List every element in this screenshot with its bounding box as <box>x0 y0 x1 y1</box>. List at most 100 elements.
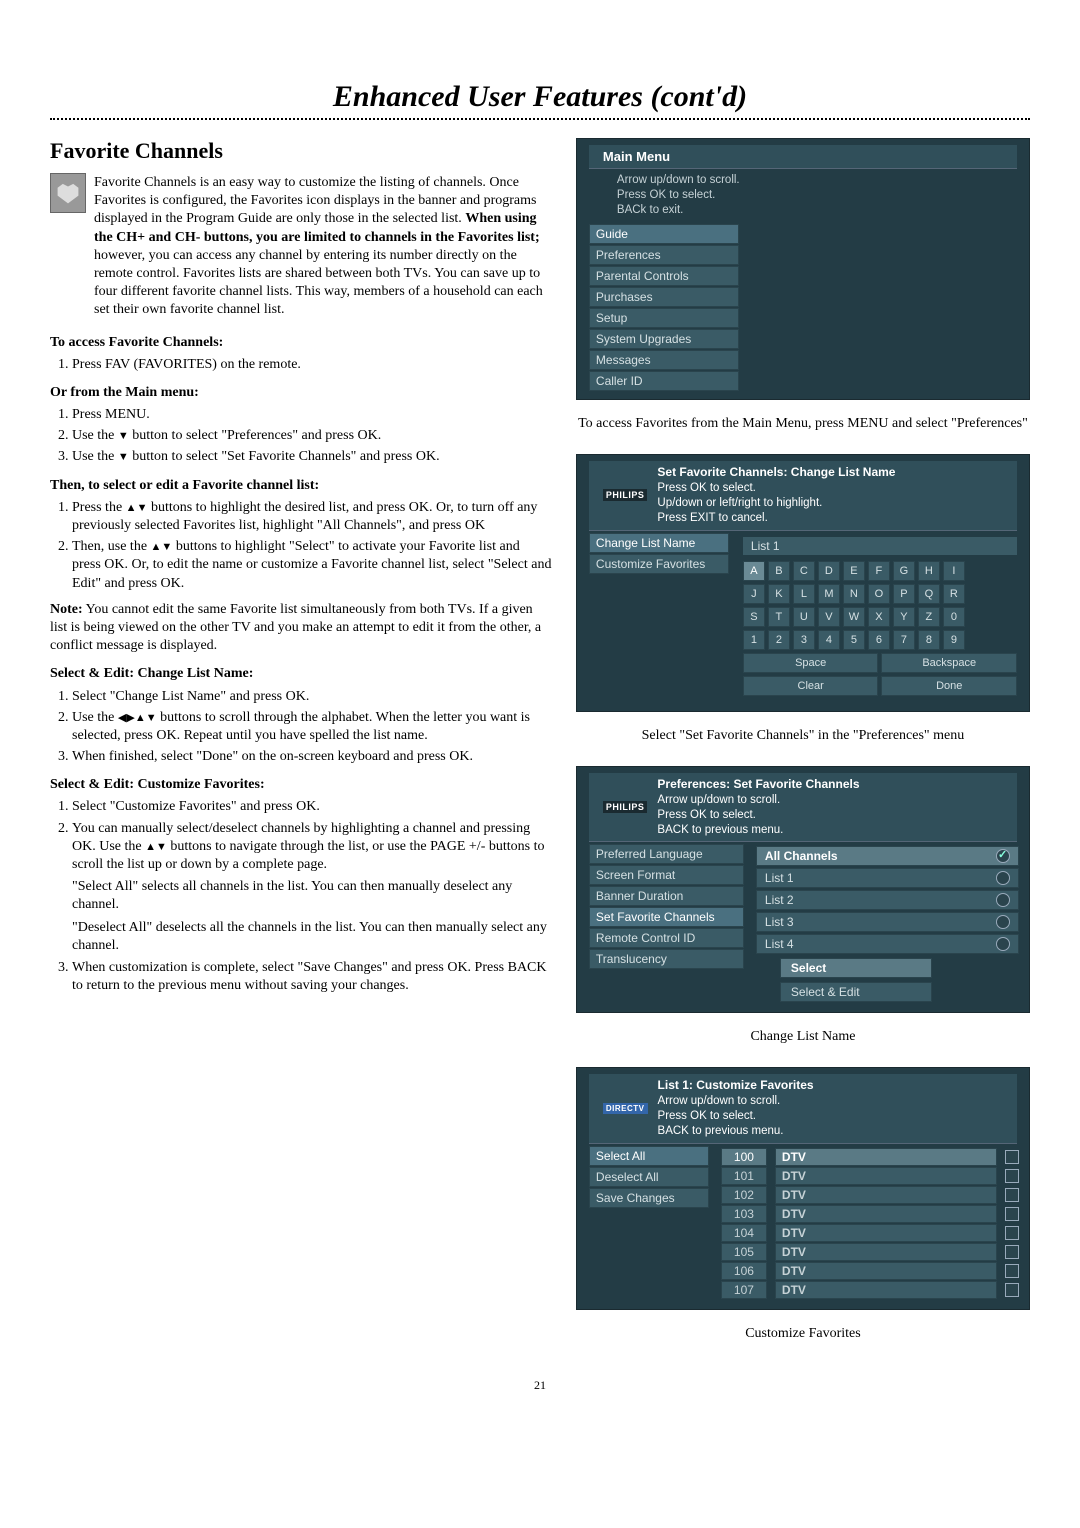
page-number: 21 <box>50 1378 1030 1393</box>
checkbox-icon <box>1005 1264 1019 1278</box>
screen-hint: Arrow up/down to scroll. Press OK to sel… <box>577 171 1029 224</box>
key: 3 <box>793 630 815 650</box>
philips-logo: PHILIPS <box>603 801 648 813</box>
key: 5 <box>843 630 865 650</box>
channel-list-option: List 2 <box>756 890 1019 910</box>
key: R <box>943 584 965 604</box>
channel-list-option: List 3 <box>756 912 1019 932</box>
cust-step-2: You can manually select/deselect channel… <box>72 820 552 955</box>
key: 0 <box>943 607 965 627</box>
screenshot-caption: Change List Name <box>576 1029 1030 1045</box>
divider-dots <box>50 118 1030 120</box>
screenshot-caption: Select "Set Favorite Channels" in the "P… <box>576 728 1030 744</box>
menu-item: System Upgrades <box>589 329 739 349</box>
menu-item: Preferred Language <box>589 844 744 864</box>
key: E <box>843 561 865 581</box>
arrow-up-icon <box>151 539 162 554</box>
or-heading: Or from the Main menu: <box>50 384 552 402</box>
checkbox-icon <box>1005 1283 1019 1297</box>
or-step-3: Use the button to select "Set Favorite C… <box>72 448 552 466</box>
section-heading: Favorite Channels <box>50 138 552 164</box>
cust-fav-heading: Select & Edit: Customize Favorites: <box>50 776 552 794</box>
key-backspace: Backspace <box>881 653 1017 673</box>
menu-item: Guide <box>589 224 739 244</box>
radio-checked-icon <box>996 849 1010 863</box>
radio-icon <box>996 937 1010 951</box>
key: 2 <box>768 630 790 650</box>
key: Q <box>918 584 940 604</box>
favorites-heart-icon <box>50 173 86 213</box>
select-action: Select <box>780 958 932 978</box>
channel-list-option: List 4 <box>756 934 1019 954</box>
screenshot-caption: To access Favorites from the Main Menu, … <box>576 416 1030 432</box>
arrow-right-icon <box>126 710 134 725</box>
key: C <box>793 561 815 581</box>
main-menu-screenshot: Main Menu Arrow up/down to scroll. Press… <box>576 138 1030 400</box>
page-title: Enhanced User Features (cont'd) <box>50 80 1030 114</box>
screen-title: List 1: Customize Favorites <box>658 1078 814 1092</box>
access-step-1: Press FAV (FAVORITES) on the remote. <box>72 356 552 374</box>
channel-list-option: All Channels <box>756 846 1019 866</box>
arrow-up-icon <box>135 710 146 725</box>
menu-item: Purchases <box>589 287 739 307</box>
radio-icon <box>996 893 1010 907</box>
arrow-down-icon <box>156 839 167 854</box>
key: N <box>843 584 865 604</box>
key: L <box>793 584 815 604</box>
cust-deselect-all-note: "Deselect All" deselects all the channel… <box>72 919 552 955</box>
key: F <box>868 561 890 581</box>
menu-item: Translucency <box>589 949 744 969</box>
menu-item: Banner Duration <box>589 886 744 906</box>
key: O <box>868 584 890 604</box>
set-favorite-channels-screenshot: PHILIPS Preferences: Set Favorite Channe… <box>576 766 1030 1014</box>
menu-item: Select All <box>589 1146 709 1166</box>
screen-title: Preferences: Set Favorite Channels <box>657 777 859 791</box>
menu-item: Customize Favorites <box>589 554 729 574</box>
key: 4 <box>818 630 840 650</box>
change-list-name-screenshot: PHILIPS Set Favorite Channels: Change Li… <box>576 454 1030 712</box>
channel-row: 100DTV <box>721 1148 1019 1166</box>
change-name-step-1: Select "Change List Name" and press OK. <box>72 688 552 706</box>
key-clear: Clear <box>743 676 879 696</box>
customize-favorites-screenshot: DIRECTV List 1: Customize Favorites Arro… <box>576 1067 1030 1310</box>
cust-select-all-note: "Select All" selects all channels in the… <box>72 878 552 914</box>
key: B <box>768 561 790 581</box>
channel-row: 102DTV <box>721 1186 1019 1204</box>
key: W <box>843 607 865 627</box>
key: I <box>943 561 965 581</box>
key: D <box>818 561 840 581</box>
menu-item: Parental Controls <box>589 266 739 286</box>
menu-item: Messages <box>589 350 739 370</box>
menu-item: Screen Format <box>589 865 744 885</box>
cust-step-1: Select "Customize Favorites" and press O… <box>72 798 552 816</box>
access-heading: To access Favorite Channels: <box>50 334 552 352</box>
key: X <box>868 607 890 627</box>
or-step-2: Use the button to select "Preferences" a… <box>72 427 552 445</box>
body-text-column: Favorite Channels Favorite Channels is a… <box>50 138 552 1354</box>
key: H <box>918 561 940 581</box>
channel-list-option: List 1 <box>756 868 1019 888</box>
key-done: Done <box>881 676 1017 696</box>
onscreen-keyboard: List 1 A B C D E F G H I J K <box>737 533 1023 703</box>
screenshot-caption: Customize Favorites <box>576 1326 1030 1342</box>
channel-row: 105DTV <box>721 1243 1019 1261</box>
key: J <box>743 584 765 604</box>
key: 7 <box>893 630 915 650</box>
note-paragraph: Note: You cannot edit the same Favorite … <box>50 601 552 656</box>
key: V <box>818 607 840 627</box>
arrow-down-icon <box>137 500 148 515</box>
channel-row: 106DTV <box>721 1262 1019 1280</box>
key: M <box>818 584 840 604</box>
menu-item: Save Changes <box>589 1188 709 1208</box>
channel-row: 103DTV <box>721 1205 1019 1223</box>
arrow-down-icon <box>118 428 129 443</box>
then-step-1: Press the buttons to highlight the desir… <box>72 499 552 535</box>
philips-logo: PHILIPS <box>603 489 648 501</box>
screen-title: Set Favorite Channels: Change List Name <box>657 465 895 479</box>
arrow-up-icon <box>145 839 156 854</box>
key: 8 <box>918 630 940 650</box>
menu-item: Change List Name <box>589 533 729 553</box>
key-space: Space <box>743 653 879 673</box>
checkbox-icon <box>1005 1226 1019 1240</box>
list-name-field: List 1 <box>743 537 1017 555</box>
